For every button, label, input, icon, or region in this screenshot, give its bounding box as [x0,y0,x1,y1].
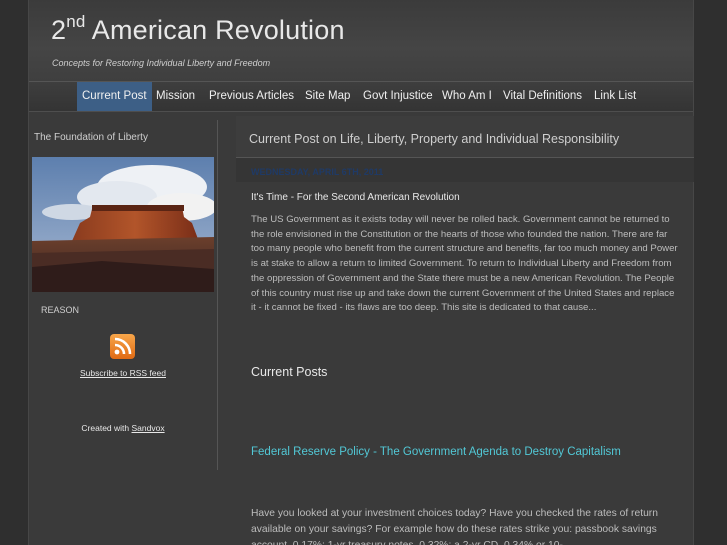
created-with-credit: Created with Sandvox [29,423,217,433]
site-title-superscript: nd [66,12,86,31]
rss-subscribe-link[interactable]: Subscribe to RSS feed [29,368,217,378]
main-nav: Current Post Mission Previous Articles S… [29,82,693,112]
post-body: The US Government as it exists today wil… [251,214,678,314]
main-content: Current Post on Life, Liberty, Property … [236,112,694,545]
content-header: Current Post on Life, Liberty, Property … [236,116,694,158]
site-tagline: Concepts for Restoring Individual Libert… [52,58,271,68]
sidebar-caption: REASON [41,305,80,315]
nav-who-am-i[interactable]: Who Am I [437,82,497,111]
current-posts-heading: Current Posts [251,365,328,379]
site-title[interactable]: 2nd American Revolution [51,12,345,46]
article-link[interactable]: Federal Reserve Policy - The Government … [251,446,621,458]
site-header: 2nd American Revolution Concepts for Res… [29,0,693,82]
nav-mission[interactable]: Mission [151,82,200,111]
post-title: It's Time - For the Second American Revo… [251,192,460,203]
nav-govt-injustice[interactable]: Govt Injustice [358,82,438,111]
sidebar: The Foundation of Liberty REASON Subscri… [29,120,218,470]
nav-site-map[interactable]: Site Map [300,82,355,111]
page-heading: Current Post on Life, Liberty, Property … [249,132,620,146]
post-date: WEDNESDAY, APRIL 6TH, 2011 [251,167,384,177]
nav-vital-definitions[interactable]: Vital Definitions [498,82,587,111]
nav-previous-articles[interactable]: Previous Articles [204,82,299,111]
site-title-ordinal: 2 [51,15,67,45]
rss-glyph [114,337,132,355]
nav-link-list[interactable]: Link List [589,82,641,111]
date-bar: WEDNESDAY, APRIL 6TH, 2011 [236,158,694,182]
site-title-text: American Revolution [85,15,345,45]
mesa-landscape-photo [32,157,214,292]
sidebar-title: The Foundation of Liberty [34,132,148,143]
sandvox-link[interactable]: Sandvox [132,423,165,433]
page-container: 2nd American Revolution Concepts for Res… [28,0,694,545]
created-with-prefix: Created with [81,423,132,433]
rss-icon[interactable] [110,334,135,359]
mesa-landscape-image [32,157,214,292]
article-excerpt: Have you looked at your investment choic… [251,508,658,545]
nav-current-post[interactable]: Current Post [77,82,152,111]
